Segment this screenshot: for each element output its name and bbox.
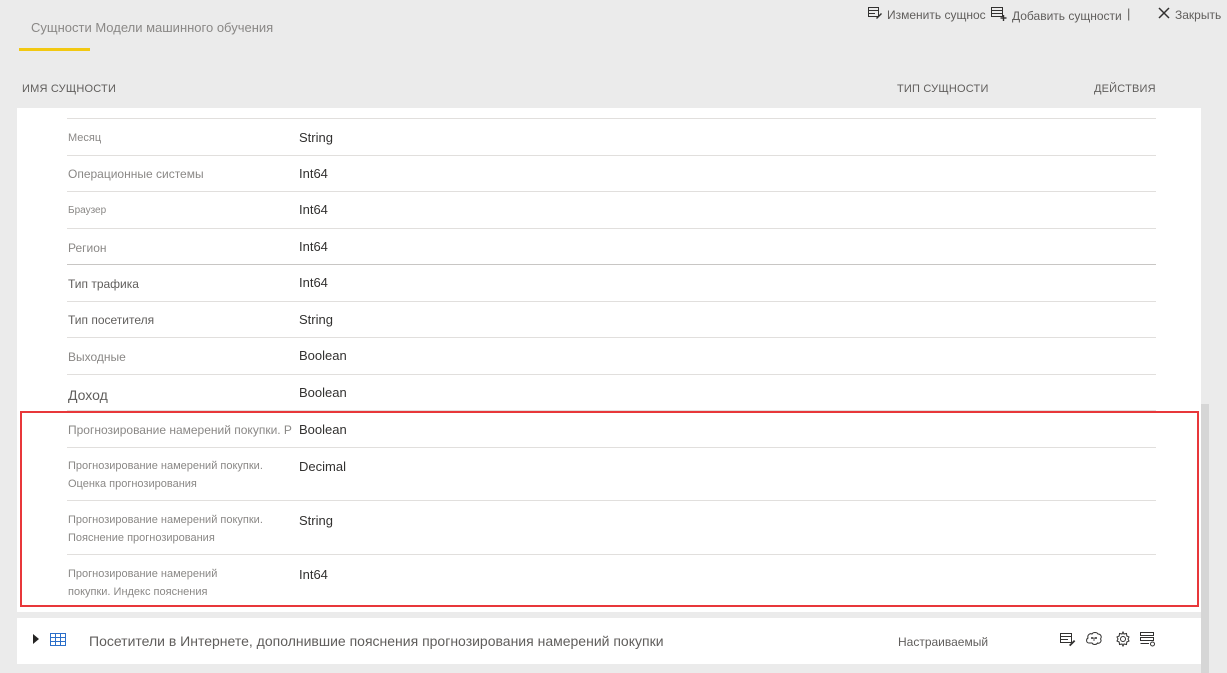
edit-entity-icon[interactable]	[1060, 631, 1076, 652]
field-type: Int64	[299, 166, 328, 181]
close-label: Закрыть	[1175, 7, 1222, 22]
entity-row[interactable]: Посетители в Интернете, дополнившие пояс…	[17, 618, 1201, 664]
add-table-icon	[991, 7, 1012, 24]
field-name: Доход	[68, 387, 108, 403]
field-type: Boolean	[299, 385, 347, 400]
field-type: String	[299, 130, 333, 145]
table-row: Выходные Boolean	[67, 338, 1156, 375]
vertical-scrollbar[interactable]	[1201, 404, 1209, 673]
table-row: Тип трафика Int64	[67, 265, 1156, 302]
field-name: Выходные	[68, 350, 126, 364]
table-row: Доход Boolean	[67, 375, 1156, 411]
edit-entities-button[interactable]: Изменить сущнос	[868, 7, 986, 22]
field-type: Int64	[299, 202, 328, 217]
brain-icon[interactable]	[1085, 631, 1103, 652]
field-name: Регион	[68, 241, 107, 255]
entity-title: Посетители в Интернете, дополнившие пояс…	[89, 633, 664, 649]
table-row: Операционные системы Int64	[67, 156, 1156, 192]
add-entities-label: Добавить сущности	[1012, 8, 1122, 23]
field-type: String	[299, 312, 333, 327]
field-type: Int64	[299, 239, 328, 254]
field-name: Операционные системы	[68, 167, 204, 181]
table-row-partial	[67, 108, 1156, 119]
tab-active-underline	[19, 48, 90, 51]
expand-caret-icon[interactable]	[33, 634, 39, 644]
edit-table-icon	[868, 7, 887, 22]
table-row: Тип посетителя String	[67, 302, 1156, 338]
close-button[interactable]: Закрыть	[1158, 7, 1221, 22]
field-name: Тип посетителя	[68, 313, 155, 327]
add-entities-button[interactable]: Добавить сущности	[991, 7, 1122, 24]
table-icon	[50, 633, 66, 651]
field-name: Тип трафика	[68, 277, 139, 291]
column-header-name: ИМЯ СУЩНОСТИ	[22, 83, 117, 95]
field-name: Месяц	[68, 132, 102, 144]
gear-icon[interactable]	[1115, 630, 1131, 652]
tab-ml-entities[interactable]: Сущности Модели машинного обучения	[31, 20, 273, 35]
server-list-icon[interactable]	[1140, 631, 1156, 652]
table-row: Регион Int64	[67, 229, 1156, 265]
table-row: Месяц String	[67, 119, 1156, 156]
field-type: Boolean	[299, 348, 347, 363]
highlight-box	[20, 411, 1199, 607]
column-header-type: ТИП СУЩНОСТИ	[897, 83, 989, 95]
entity-type: Настраиваемый	[898, 635, 989, 649]
field-name: Браузер	[68, 205, 107, 216]
field-type: Int64	[299, 275, 328, 290]
edit-entities-label: Изменить сущнос	[887, 7, 986, 22]
toolbar-separator: |	[1127, 6, 1131, 21]
table-row: Браузер Int64	[67, 192, 1156, 229]
column-header-actions: ДЕЙСТВИЯ	[1094, 83, 1156, 95]
close-icon	[1158, 7, 1175, 22]
